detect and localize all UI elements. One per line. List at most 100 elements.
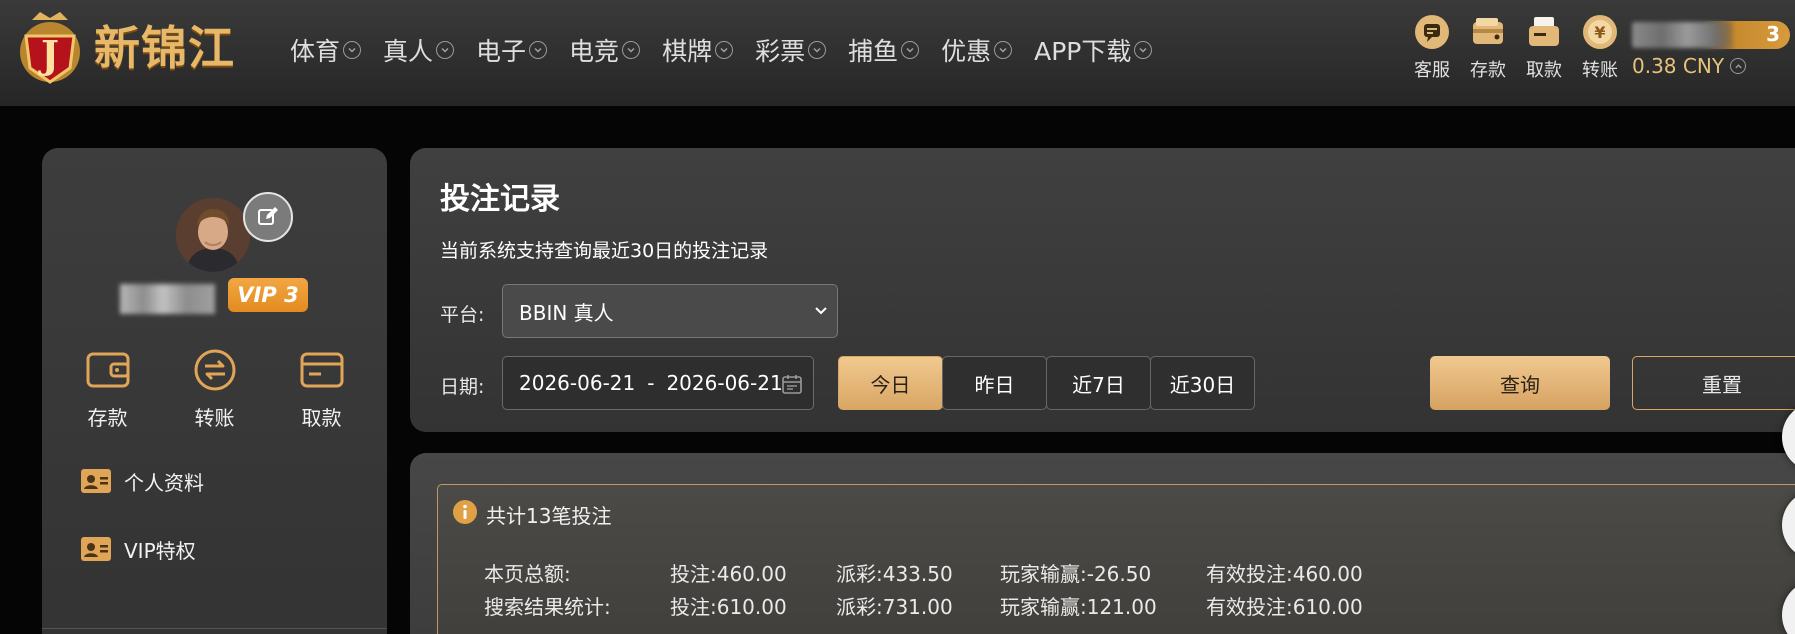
- vip-level-badge: VIP 3: [228, 278, 308, 312]
- tool-customer-service[interactable]: 客服: [1404, 14, 1460, 82]
- nav-item-promotions[interactable]: 优惠: [941, 30, 1013, 70]
- date-range-input[interactable]: 2026-06-21 - 2026-06-21: [502, 356, 814, 410]
- date-end: 2026-06-21: [666, 371, 783, 395]
- edit-avatar-button[interactable]: [243, 192, 293, 242]
- transfer-icon: [194, 349, 235, 391]
- row-label: 搜索结果统计:: [484, 595, 611, 619]
- range-today-button[interactable]: 今日: [838, 356, 943, 410]
- sidebar-menu: 个人资料 VIP特权: [80, 466, 204, 602]
- user-account-area[interactable]: 3 0.38 CNY: [1630, 18, 1792, 88]
- card-icon: [300, 352, 343, 388]
- query-notice: 当前系统支持查询最近30日的投注记录: [440, 240, 769, 262]
- valid-bet-amount: 有效投注:460.00: [1206, 562, 1363, 586]
- tool-label: 客服: [1414, 60, 1450, 81]
- nav-label: 真人: [383, 37, 434, 66]
- date-label: 日期:: [440, 376, 485, 398]
- search-total-row: 搜索结果统计: 投注:610.00 派彩:731.00 玩家输赢:121.00 …: [484, 591, 1363, 620]
- chevron-up-icon: [1730, 58, 1747, 74]
- nav-item-lottery[interactable]: 彩票: [755, 30, 827, 70]
- sidebar-item-profile[interactable]: 个人资料: [80, 466, 204, 496]
- sidebar-quick-actions: 存款 转账 取款: [42, 348, 387, 431]
- bet-amount: 投注:460.00: [670, 562, 787, 586]
- username-blurred: [1632, 22, 1732, 48]
- bet-amount: 投注:610.00: [670, 595, 787, 619]
- chevron-down-icon: [343, 41, 362, 59]
- logo-wordmark: 新锦江: [94, 21, 235, 75]
- tool-transfer[interactable]: ¥ 转账: [1572, 14, 1628, 82]
- sidebar-username-blurred: [120, 284, 215, 314]
- nav-label: 捕鱼: [848, 37, 899, 66]
- svg-text:¥: ¥: [1594, 23, 1605, 42]
- nav-item-fishing[interactable]: 捕鱼: [848, 30, 920, 70]
- menu-label: VIP特权: [124, 538, 196, 563]
- top-header: J 新锦江 体育 真人 电子 电竞 棋牌 彩票 捕鱼 优惠 APP下载 客服 存…: [0, 0, 1795, 106]
- date-quick-range: 今日 昨日 近7日 近30日: [838, 356, 1255, 410]
- nav-label: APP下载: [1034, 37, 1132, 66]
- calendar-icon: [782, 375, 802, 394]
- avatar: [176, 198, 250, 272]
- payout-amount: 派彩:433.50: [836, 562, 953, 586]
- svg-text:J: J: [38, 32, 59, 77]
- quick-deposit-button[interactable]: 存款: [63, 348, 153, 431]
- quick-label: 取款: [301, 406, 342, 430]
- quick-label: 转账: [194, 406, 235, 430]
- nav-label: 电竞: [569, 37, 620, 66]
- quick-withdraw-button[interactable]: 取款: [277, 348, 367, 431]
- avatar-portrait-icon: [176, 198, 250, 272]
- main-nav: 体育 真人 电子 电竞 棋牌 彩票 捕鱼 优惠 APP下载: [290, 30, 1174, 70]
- balance-value: 0.38 CNY: [1632, 54, 1725, 78]
- chevron-down-icon: [994, 41, 1013, 59]
- chevron-down-icon: [529, 41, 548, 59]
- balance-display[interactable]: 0.38 CNY: [1632, 54, 1747, 78]
- menu-label: 个人资料: [124, 470, 204, 495]
- chevron-down-icon: [622, 41, 641, 59]
- row-label: 本页总额:: [484, 562, 571, 586]
- chevron-down-icon: [1134, 41, 1153, 59]
- range-7days-button[interactable]: 近7日: [1046, 356, 1151, 410]
- chevron-down-icon: [436, 41, 455, 59]
- quick-label: 存款: [87, 406, 128, 430]
- platform-selected-value: BBIN 真人: [519, 300, 614, 325]
- site-logo[interactable]: J 新锦江: [8, 4, 253, 86]
- date-separator: -: [647, 371, 655, 395]
- quick-transfer-button[interactable]: 转账: [170, 348, 260, 431]
- account-sidebar: VIP 3 存款 转账 取款 个人资料 VIP特权: [42, 148, 387, 634]
- nav-item-app-download[interactable]: APP下载: [1034, 30, 1153, 70]
- bet-record-results-panel: 共计13笔投注 本页总额: 投注:460.00 派彩:433.50 玩家输赢:-…: [410, 453, 1795, 634]
- chevron-down-icon: [715, 41, 734, 59]
- nav-item-sports[interactable]: 体育: [290, 30, 362, 70]
- query-button[interactable]: 查询: [1430, 356, 1610, 410]
- tool-withdraw[interactable]: 取款: [1516, 14, 1572, 82]
- sidebar-divider: [42, 628, 387, 629]
- range-30days-button[interactable]: 近30日: [1150, 356, 1255, 410]
- page-title: 投注记录: [440, 182, 560, 217]
- nav-item-esports[interactable]: 电竞: [569, 30, 641, 70]
- bet-record-filter-panel: 投注记录 当前系统支持查询最近30日的投注记录 平台: BBIN 真人 日期: …: [410, 148, 1795, 432]
- nav-item-live[interactable]: 真人: [383, 30, 455, 70]
- chevron-down-icon: [815, 307, 827, 315]
- customer-service-icon: [1415, 15, 1449, 49]
- nav-label: 彩票: [755, 37, 806, 66]
- payout-amount: 派彩:731.00: [836, 595, 953, 619]
- edit-pencil-icon: [258, 207, 278, 225]
- reset-button[interactable]: 重置: [1632, 356, 1795, 410]
- badge-count: 3: [1766, 22, 1780, 46]
- nav-item-cards[interactable]: 棋牌: [662, 30, 734, 70]
- withdraw-card-icon: [1529, 17, 1559, 46]
- valid-bet-amount: 有效投注:610.00: [1206, 595, 1363, 619]
- bet-count-text: 共计13笔投注: [486, 504, 612, 528]
- range-yesterday-button[interactable]: 昨日: [942, 356, 1047, 410]
- summary-box: 共计13笔投注 本页总额: 投注:460.00 派彩:433.50 玩家输赢:-…: [437, 484, 1795, 634]
- tool-deposit[interactable]: 存款: [1460, 14, 1516, 82]
- sidebar-item-vip-privileges[interactable]: VIP特权: [80, 534, 204, 564]
- nav-label: 电子: [476, 37, 527, 66]
- tool-label: 取款: [1526, 60, 1562, 81]
- win-loss-amount: 玩家输赢:121.00: [1000, 595, 1157, 619]
- platform-select[interactable]: BBIN 真人: [502, 284, 838, 338]
- win-loss-amount: 玩家输赢:-26.50: [1000, 562, 1152, 586]
- id-card-icon: [81, 469, 111, 493]
- nav-label: 体育: [290, 37, 341, 66]
- nav-item-slots[interactable]: 电子: [476, 30, 548, 70]
- chevron-down-icon: [808, 41, 827, 59]
- deposit-wallet-icon: [1473, 18, 1503, 44]
